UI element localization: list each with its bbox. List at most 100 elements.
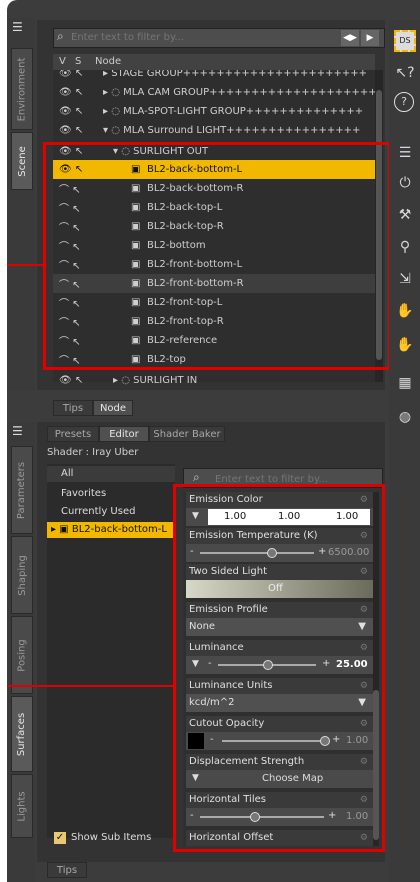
emission-color-g[interactable]: 1.00 bbox=[278, 511, 300, 522]
ds-logo-button[interactable]: DS bbox=[394, 30, 416, 52]
gear-icon[interactable]: ⚙ bbox=[360, 678, 368, 694]
cutout-opacity-slider[interactable]: - + 1.00 bbox=[186, 732, 374, 750]
eye-closed-icon[interactable]: ⌒ ↖ bbox=[59, 200, 81, 215]
tab-tips[interactable]: Tips bbox=[53, 400, 93, 416]
eye-closed-icon[interactable]: ⌒ ↖ bbox=[59, 295, 81, 310]
gear-icon[interactable]: ⚙ bbox=[360, 602, 368, 618]
eye-icon[interactable]: 👁 ↖ bbox=[59, 106, 83, 117]
eye-icon[interactable]: 👁 ↖ bbox=[59, 146, 83, 157]
emission-color-b[interactable]: 1.00 bbox=[336, 511, 358, 522]
node-tool-icon[interactable]: ⚲ bbox=[394, 236, 416, 258]
displacement-strength-field[interactable]: ▼ Choose Map bbox=[186, 770, 374, 788]
help-icon[interactable]: ? bbox=[394, 92, 414, 112]
gear-icon[interactable]: ⚙ bbox=[360, 792, 368, 808]
eye-closed-icon[interactable]: ⌒ ↖ bbox=[59, 276, 81, 291]
gear-icon[interactable]: ⚙ bbox=[360, 830, 368, 846]
slider-knob[interactable] bbox=[320, 736, 330, 746]
tab-tips-bottom[interactable]: Tips bbox=[47, 862, 87, 878]
tab-environment[interactable]: Environment bbox=[11, 48, 33, 130]
eye-icon[interactable]: 👁 ↖ bbox=[59, 125, 83, 136]
tree-row[interactable]: 👁 ↖ ▾ ◌ MLA Surround LIGHT++++++++++++++… bbox=[53, 121, 375, 140]
minus-icon[interactable]: - bbox=[208, 658, 212, 669]
gear-icon[interactable]: ⚙ bbox=[360, 564, 368, 580]
eye-closed-icon[interactable]: ⌒ ↖ bbox=[59, 352, 81, 367]
minus-icon[interactable]: - bbox=[210, 734, 214, 745]
chevron-down-icon[interactable]: ▼ bbox=[192, 511, 199, 521]
tab-posing[interactable]: Posing bbox=[11, 616, 33, 694]
group-currently-used[interactable]: Currently Used bbox=[47, 504, 175, 520]
eye-closed-icon[interactable]: ⌒ ↖ bbox=[59, 257, 81, 272]
scene-search-input[interactable] bbox=[71, 30, 321, 45]
tab-parameters[interactable]: Parameters bbox=[11, 446, 33, 534]
tree-row[interactable]: ⌒ ↖ ▣ BL2-front-top-L bbox=[53, 293, 375, 312]
two-sided-toggle[interactable]: Off bbox=[186, 580, 374, 598]
tree-row[interactable]: ⌒ ↖ ▣ BL2-back-top-R bbox=[53, 217, 375, 236]
tree-row[interactable]: ⌒ ↖ ▣ BL2-top bbox=[53, 350, 375, 369]
show-sub-items-checkbox[interactable]: ✓ bbox=[54, 832, 66, 844]
transform-tool-icon[interactable]: ⇲ bbox=[394, 268, 416, 290]
col-visible[interactable]: V bbox=[59, 56, 66, 67]
hand-tool-2-icon[interactable]: ✋ bbox=[394, 334, 416, 356]
slider-track[interactable] bbox=[200, 816, 324, 818]
col-node[interactable]: Node bbox=[95, 56, 121, 67]
globe-icon[interactable]: ◍ bbox=[394, 406, 416, 428]
gear-icon[interactable]: ⚙ bbox=[360, 528, 368, 544]
luminance-units-dropdown[interactable]: kcd/m^2 ▼ bbox=[186, 694, 374, 712]
tab-lights[interactable]: Lights bbox=[11, 774, 33, 838]
tree-row[interactable]: 👁 ↖ ▸ ◌ MLA CAM GROUP+++++++++++++++++++… bbox=[53, 83, 375, 102]
eye-icon[interactable]: 👁 ↖ bbox=[59, 70, 83, 79]
minus-icon[interactable]: - bbox=[190, 810, 194, 821]
luminance-slider[interactable]: ▼ - + 25.00 bbox=[186, 656, 374, 674]
gear-icon[interactable]: ⚙ bbox=[360, 754, 368, 770]
two-sided-value[interactable]: Off bbox=[268, 583, 283, 594]
emission-color-r[interactable]: 1.00 bbox=[224, 511, 246, 522]
tree-row-surlight-out[interactable]: 👁 ↖ ▾ ◌ SURLIGHT OUT bbox=[53, 142, 375, 161]
menu-icon[interactable]: ☰ bbox=[12, 424, 30, 438]
slider-knob[interactable] bbox=[263, 660, 273, 670]
tree-row-surlight-in[interactable]: 👁 ↖ ▸ ◌ SURLIGHT IN bbox=[53, 371, 375, 390]
plus-icon[interactable]: + bbox=[322, 658, 330, 669]
eye-closed-icon[interactable]: ⌒ ↖ bbox=[59, 181, 81, 196]
plus-icon[interactable]: + bbox=[332, 734, 340, 745]
plus-icon[interactable]: + bbox=[318, 546, 326, 557]
tree-row[interactable]: ⌒ ↖ ▣ BL2-back-top-L bbox=[53, 198, 375, 217]
plus-icon[interactable]: + bbox=[328, 810, 336, 821]
tab-presets[interactable]: Presets bbox=[47, 426, 99, 442]
emission-profile-dropdown[interactable]: None ▼ bbox=[186, 618, 374, 636]
slider-knob[interactable] bbox=[250, 812, 260, 822]
eye-closed-icon[interactable]: ⌒ ↖ bbox=[59, 219, 81, 234]
eye-closed-icon[interactable]: ⌒ ↖ bbox=[59, 314, 81, 329]
eye-closed-icon[interactable]: ⌒ ↖ bbox=[59, 333, 81, 348]
power-icon[interactable]: ⏻ bbox=[394, 172, 416, 194]
chevron-down-icon[interactable]: ▼ bbox=[192, 773, 199, 783]
eye-icon[interactable]: 👁 ↖ bbox=[59, 87, 83, 98]
gear-icon[interactable]: ⚙ bbox=[360, 640, 368, 656]
slider-track[interactable] bbox=[222, 740, 322, 742]
tree-row-selected[interactable]: 👁 ↖ ▣ BL2-back-bottom-L bbox=[53, 160, 375, 179]
eye-icon[interactable]: 👁 ↖ bbox=[59, 164, 83, 175]
cutout-opacity-value[interactable]: 1.00 bbox=[346, 735, 368, 746]
props-scrollbar-thumb[interactable] bbox=[373, 690, 379, 840]
tree-row[interactable]: ⌒ ↖ ▣ BL2-front-bottom-L bbox=[53, 255, 375, 274]
tree-row[interactable]: ⌒ ↖ ▣ BL2-bottom bbox=[53, 236, 375, 255]
tree-row[interactable]: 👁 ↖ ▸ STAGE GROUP++++++++++++++++++++++ bbox=[53, 70, 375, 83]
slider-track[interactable] bbox=[200, 552, 314, 554]
choose-map-button[interactable]: Choose Map bbox=[262, 773, 323, 784]
col-selectable[interactable]: S bbox=[75, 56, 81, 67]
gear-icon[interactable]: ⚙ bbox=[360, 716, 368, 732]
horizontal-tiles-slider[interactable]: - + 1.00 bbox=[186, 808, 374, 826]
group-all[interactable]: All bbox=[47, 466, 175, 482]
scene-scrollbar-thumb[interactable] bbox=[376, 90, 382, 360]
texture-swatch[interactable] bbox=[188, 733, 204, 749]
pose-tool-icon[interactable]: ⚒ bbox=[394, 204, 416, 226]
tab-surfaces[interactable]: Surfaces bbox=[11, 696, 33, 772]
filter-next-button[interactable]: ▶ bbox=[361, 30, 379, 46]
luminance-value[interactable]: 25.00 bbox=[336, 659, 368, 670]
chevron-down-icon[interactable]: ▼ bbox=[192, 659, 199, 669]
tab-editor[interactable]: Editor bbox=[99, 426, 149, 442]
emission-color-field[interactable]: ▼ 1.00 1.00 1.00 bbox=[186, 508, 374, 526]
whats-this-icon[interactable]: ↖? bbox=[394, 62, 416, 84]
horizontal-tiles-value[interactable]: 1.00 bbox=[346, 811, 368, 822]
group-selected-surface[interactable]: ▸ ▣ BL2-back-bottom-L bbox=[47, 522, 175, 538]
emission-temperature-slider[interactable]: - + 6500.00 bbox=[186, 544, 374, 562]
